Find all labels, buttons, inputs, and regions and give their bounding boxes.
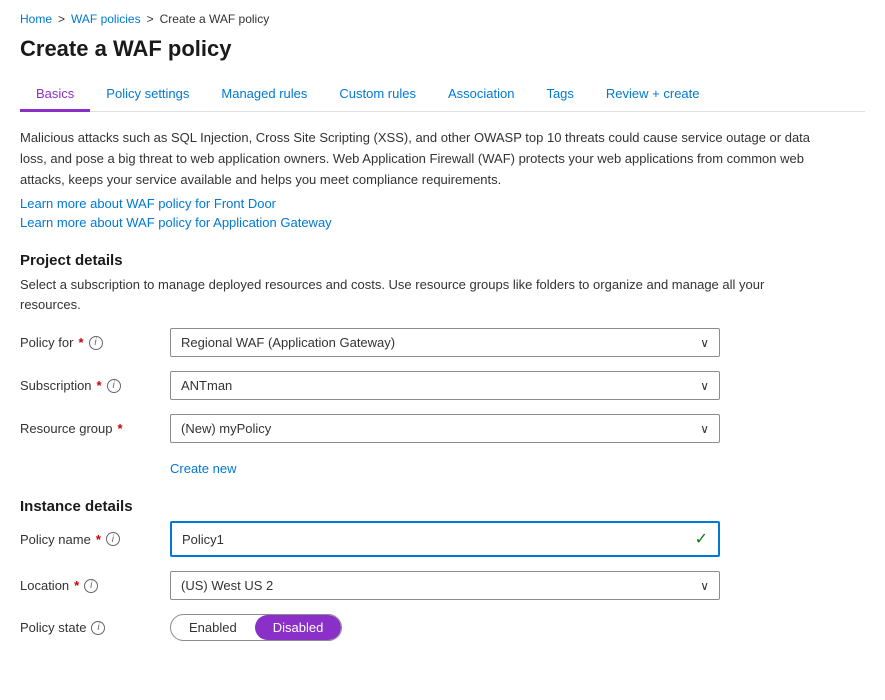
policy-name-required: * — [96, 532, 101, 547]
tab-policy-settings[interactable]: Policy settings — [90, 78, 205, 112]
policy-state-control: Enabled Disabled — [170, 614, 720, 641]
location-required: * — [74, 578, 79, 593]
resource-group-required: * — [118, 421, 123, 436]
location-value: (US) West US 2 — [181, 578, 273, 593]
resource-group-label: Resource group * — [20, 421, 170, 436]
policy-for-row: Policy for * i Regional WAF (Application… — [20, 328, 865, 357]
subscription-label: Subscription * i — [20, 378, 170, 393]
resource-group-row: Resource group * (New) myPolicy ∨ — [20, 414, 865, 443]
subscription-chevron: ∨ — [700, 379, 709, 393]
tabs-bar: Basics Policy settings Managed rules Cus… — [20, 78, 865, 112]
resource-group-control: (New) myPolicy ∨ — [170, 414, 720, 443]
resource-group-value: (New) myPolicy — [181, 421, 271, 436]
policy-state-enabled-btn[interactable]: Enabled — [171, 615, 255, 640]
subscription-value: ANTman — [181, 378, 232, 393]
policy-state-row: Policy state i Enabled Disabled — [20, 614, 865, 641]
tab-tags[interactable]: Tags — [530, 78, 589, 112]
policy-name-label: Policy name * i — [20, 532, 170, 547]
project-details-title: Project details — [20, 252, 865, 269]
tab-association[interactable]: Association — [432, 78, 530, 112]
location-row: Location * i (US) West US 2 ∨ — [20, 571, 865, 600]
location-control: (US) West US 2 ∨ — [170, 571, 720, 600]
policy-state-info-icon[interactable]: i — [91, 621, 105, 635]
subscription-required: * — [97, 378, 102, 393]
breadcrumb-waf[interactable]: WAF policies — [71, 12, 141, 26]
policy-state-label: Policy state i — [20, 620, 170, 635]
tab-basics[interactable]: Basics — [20, 78, 90, 112]
location-chevron: ∨ — [700, 579, 709, 593]
subscription-row: Subscription * i ANTman ∨ — [20, 371, 865, 400]
location-dropdown[interactable]: (US) West US 2 ∨ — [170, 571, 720, 600]
subscription-info-icon[interactable]: i — [107, 379, 121, 393]
policy-for-dropdown[interactable]: Regional WAF (Application Gateway) ∨ — [170, 328, 720, 357]
page-title: Create a WAF policy — [20, 36, 865, 62]
policy-for-info-icon[interactable]: i — [89, 336, 103, 350]
policy-name-input-wrapper: ✓ — [170, 521, 720, 557]
subscription-dropdown[interactable]: ANTman ∨ — [170, 371, 720, 400]
location-label: Location * i — [20, 578, 170, 593]
policy-name-input[interactable] — [182, 532, 689, 547]
policy-for-required: * — [78, 335, 83, 350]
policy-name-control: ✓ — [170, 521, 720, 557]
link-app-gateway[interactable]: Learn more about WAF policy for Applicat… — [20, 215, 865, 230]
basics-description: Malicious attacks such as SQL Injection,… — [20, 128, 820, 190]
breadcrumb: Home > WAF policies > Create a WAF polic… — [20, 12, 865, 26]
policy-for-control: Regional WAF (Application Gateway) ∨ — [170, 328, 720, 357]
location-info-icon[interactable]: i — [84, 579, 98, 593]
instance-details-title: Instance details — [20, 498, 865, 515]
tab-review-create[interactable]: Review + create — [590, 78, 716, 112]
breadcrumb-sep1: > — [58, 12, 65, 26]
policy-name-check-icon: ✓ — [695, 529, 708, 549]
resource-group-dropdown[interactable]: (New) myPolicy ∨ — [170, 414, 720, 443]
policy-name-row: Policy name * i ✓ — [20, 521, 865, 557]
create-new-link[interactable]: Create new — [170, 461, 236, 476]
tab-custom-rules[interactable]: Custom rules — [323, 78, 432, 112]
tab-managed-rules[interactable]: Managed rules — [205, 78, 323, 112]
subscription-control: ANTman ∨ — [170, 371, 720, 400]
resource-group-chevron: ∨ — [700, 422, 709, 436]
policy-for-value: Regional WAF (Application Gateway) — [181, 335, 395, 350]
breadcrumb-current: Create a WAF policy — [160, 12, 270, 26]
policy-for-label: Policy for * i — [20, 335, 170, 350]
policy-name-info-icon[interactable]: i — [106, 532, 120, 546]
policy-state-toggle: Enabled Disabled — [170, 614, 342, 641]
project-details-description: Select a subscription to manage deployed… — [20, 275, 820, 314]
breadcrumb-home[interactable]: Home — [20, 12, 52, 26]
policy-for-chevron: ∨ — [700, 336, 709, 350]
policy-state-disabled-btn[interactable]: Disabled — [255, 615, 342, 640]
link-front-door[interactable]: Learn more about WAF policy for Front Do… — [20, 196, 865, 211]
breadcrumb-sep2: > — [147, 12, 154, 26]
